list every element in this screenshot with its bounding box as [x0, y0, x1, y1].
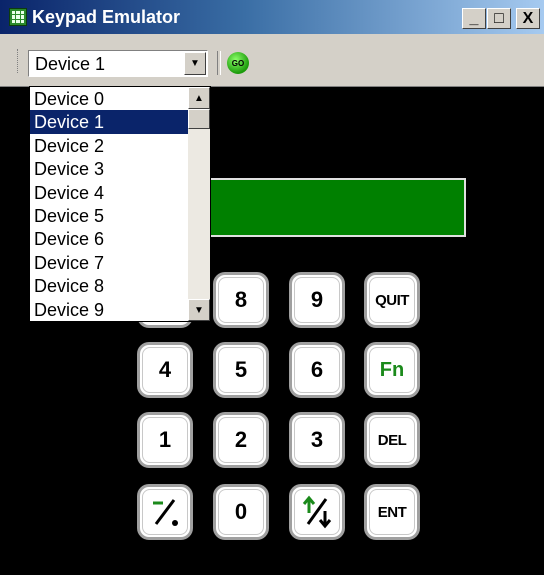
key-0[interactable]: 0	[213, 484, 269, 540]
scroll-thumb[interactable]	[188, 109, 210, 129]
minimize-button[interactable]: _	[462, 8, 486, 29]
minimize-icon: _	[469, 9, 479, 27]
title-bar[interactable]: Keypad Emulator _ □ X	[0, 0, 544, 34]
toolbar-separator	[217, 51, 221, 75]
key-sign-decimal[interactable]	[137, 484, 193, 540]
dropdown-option[interactable]: Device 1	[30, 110, 188, 135]
key-8[interactable]: 8	[213, 272, 269, 328]
key-5[interactable]: 5	[213, 342, 269, 398]
key-quit-label: QUIT	[369, 277, 415, 323]
key-ent[interactable]: ENT	[364, 484, 420, 540]
dropdown-scrollbar[interactable]: ▲ ▼	[188, 87, 210, 321]
dropdown-option[interactable]: Device 4	[30, 181, 188, 205]
key-fn[interactable]: Fn	[364, 342, 420, 398]
window-title: Keypad Emulator	[32, 7, 181, 27]
device-select-dropdown-button[interactable]: ▼	[184, 52, 206, 75]
up-down-icon	[294, 489, 340, 535]
key-ent-label: ENT	[369, 489, 415, 535]
sign-decimal-icon	[142, 489, 188, 535]
dropdown-option[interactable]: Device 9	[30, 298, 188, 321]
key-4-label: 4	[142, 347, 188, 393]
dropdown-option[interactable]: Device 8	[30, 274, 188, 298]
key-9[interactable]: 9	[289, 272, 345, 328]
device-select-value: Device 1	[35, 54, 106, 74]
dropdown-option[interactable]: Device 3	[30, 157, 188, 181]
scroll-down-icon: ▼	[194, 304, 204, 316]
keypad-app-icon	[9, 8, 27, 26]
key-up-down[interactable]	[289, 484, 345, 540]
close-button[interactable]: X	[516, 8, 540, 29]
dropdown-option[interactable]: Device 7	[30, 251, 188, 275]
key-9-label: 9	[294, 277, 340, 323]
scroll-up-button[interactable]: ▲	[188, 87, 210, 109]
maximize-icon: □	[494, 9, 504, 27]
key-8-label: 8	[218, 277, 264, 323]
toolbar: Device 1 ▼ GO	[0, 34, 544, 87]
go-button[interactable]: GO	[227, 52, 249, 74]
key-1-label: 1	[142, 417, 188, 463]
key-5-label: 5	[218, 347, 264, 393]
key-del-label: DEL	[369, 417, 415, 463]
close-icon: X	[522, 9, 534, 27]
key-1[interactable]: 1	[137, 412, 193, 468]
dropdown-option[interactable]: Device 2	[30, 134, 188, 158]
chevron-down-icon: ▼	[190, 58, 200, 69]
key-4[interactable]: 4	[137, 342, 193, 398]
go-icon: GO	[231, 58, 245, 68]
key-del[interactable]: DEL	[364, 412, 420, 468]
key-6[interactable]: 6	[289, 342, 345, 398]
key-quit[interactable]: QUIT	[364, 272, 420, 328]
key-fn-label: Fn	[369, 347, 415, 393]
keypad-emulator-window: Keypad Emulator _ □ X Device 1 ▼ GO 8 9 …	[0, 0, 544, 575]
maximize-button[interactable]: □	[487, 8, 511, 29]
key-2[interactable]: 2	[213, 412, 269, 468]
toolbar-grip[interactable]	[17, 49, 21, 73]
key-3[interactable]: 3	[289, 412, 345, 468]
key-2-label: 2	[218, 417, 264, 463]
dropdown-option[interactable]: Device 0	[30, 87, 188, 111]
device-select[interactable]: Device 1 ▼	[28, 50, 208, 77]
scroll-up-icon: ▲	[194, 92, 204, 104]
dropdown-option[interactable]: Device 6	[30, 227, 188, 251]
key-6-label: 6	[294, 347, 340, 393]
device-dropdown-list[interactable]: Device 0 Device 1 Device 2 Device 3 Device 4…	[29, 86, 211, 322]
dropdown-option[interactable]: Device 5	[30, 204, 188, 228]
key-3-label: 3	[294, 417, 340, 463]
scroll-down-button[interactable]: ▼	[188, 299, 210, 321]
key-0-label: 0	[218, 489, 264, 535]
